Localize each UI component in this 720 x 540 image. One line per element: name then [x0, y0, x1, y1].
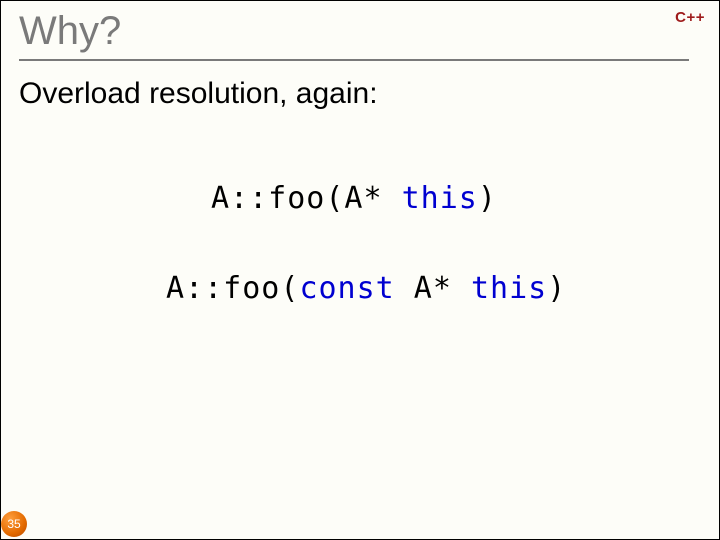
keyword-this: this — [471, 271, 547, 306]
code-suffix: ) — [478, 181, 497, 216]
keyword-this: this — [402, 181, 478, 216]
code-line-1: A::foo(A* this) — [211, 181, 497, 216]
code-prefix: A::foo( — [166, 271, 299, 306]
title-underline — [19, 59, 689, 61]
page-number-badge: 35 — [1, 511, 27, 537]
keyword-const: const — [299, 271, 394, 306]
cpp-logo: C++ — [675, 9, 705, 26]
code-mid: A* — [395, 271, 471, 306]
code-line-2: A::foo(const A* this) — [166, 271, 566, 306]
slide-title: Why? — [19, 9, 121, 54]
code-prefix: A::foo(A* — [211, 181, 402, 216]
code-suffix: ) — [547, 271, 566, 306]
subtitle: Overload resolution, again: — [19, 77, 378, 111]
page-number: 35 — [7, 517, 20, 531]
